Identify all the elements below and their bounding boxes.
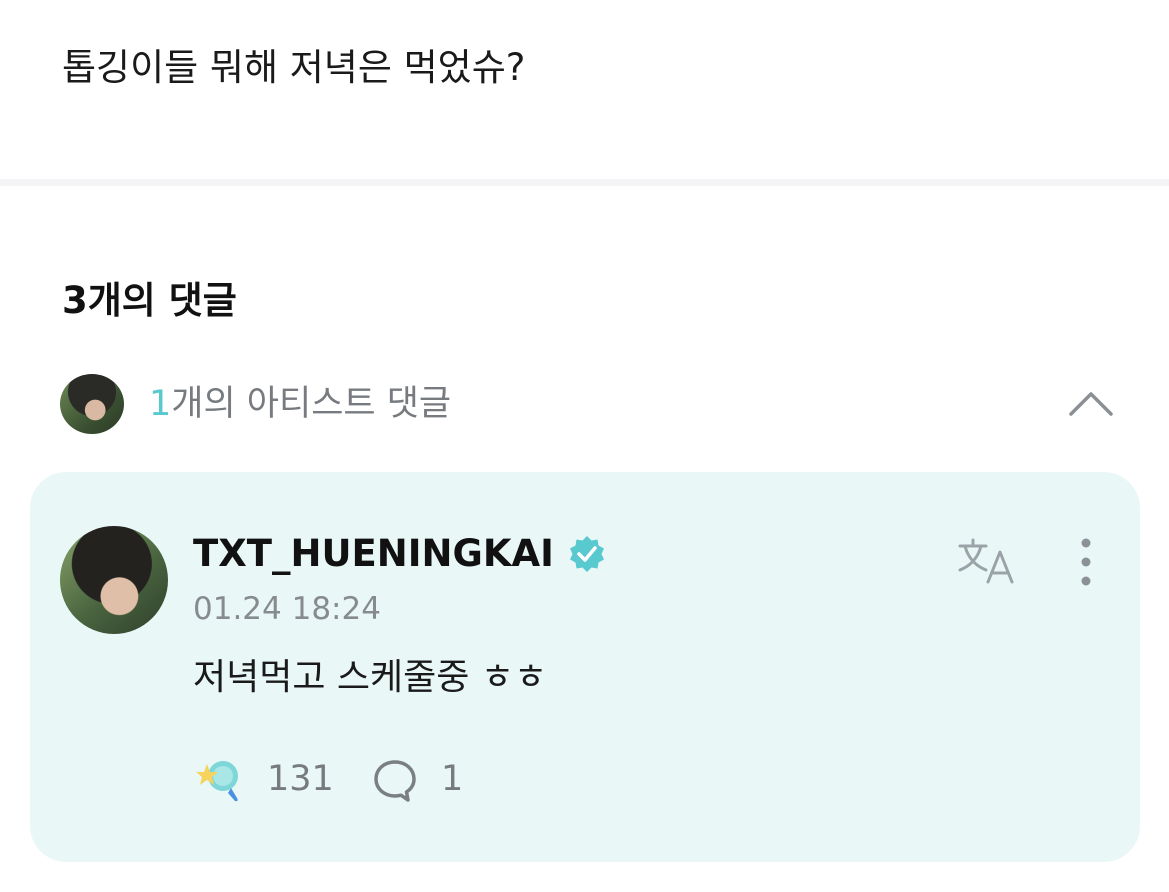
more-options-button[interactable] bbox=[1072, 536, 1100, 588]
commenter-username[interactable]: TXT_HUENINGKAI bbox=[193, 528, 554, 580]
section-divider bbox=[0, 179, 1169, 186]
comments-count-title: 3개의 댓글 bbox=[62, 279, 237, 322]
artist-comments-label: 1개의 아티스트 댓글 bbox=[149, 377, 451, 431]
chevron-up-icon bbox=[1069, 392, 1113, 416]
reply-count: 1 bbox=[441, 759, 464, 799]
reply-button[interactable] bbox=[372, 758, 418, 804]
star-light-stick-icon bbox=[196, 761, 238, 802]
artist-comment-card: TXT_HUENINGKAI 01.24 18:24 저녁먹고 스케줄중 ㅎㅎ bbox=[30, 472, 1140, 862]
collapse-button[interactable] bbox=[1066, 386, 1116, 420]
speech-bubble-icon bbox=[374, 760, 416, 802]
comment-timestamp: 01.24 18:24 bbox=[193, 591, 381, 627]
like-button[interactable] bbox=[195, 754, 245, 804]
commenter-avatar[interactable] bbox=[60, 526, 168, 634]
post-text: 톱깅이들 뭐해 저녁은 먹었슈? bbox=[62, 46, 526, 89]
translate-icon bbox=[958, 538, 1014, 584]
artist-comments-text: 개의 아티스트 댓글 bbox=[171, 384, 452, 424]
translate-button[interactable] bbox=[956, 536, 1018, 586]
more-vertical-icon bbox=[1081, 538, 1091, 586]
artist-comments-count: 1 bbox=[149, 384, 172, 424]
artist-comments-header[interactable]: 1개의 아티스트 댓글 bbox=[60, 374, 1120, 436]
artist-avatar bbox=[60, 374, 124, 434]
comment-text: 저녁먹고 스케줄중 ㅎㅎ bbox=[193, 657, 548, 698]
verified-badge-icon bbox=[570, 536, 604, 572]
like-count: 131 bbox=[267, 759, 334, 799]
